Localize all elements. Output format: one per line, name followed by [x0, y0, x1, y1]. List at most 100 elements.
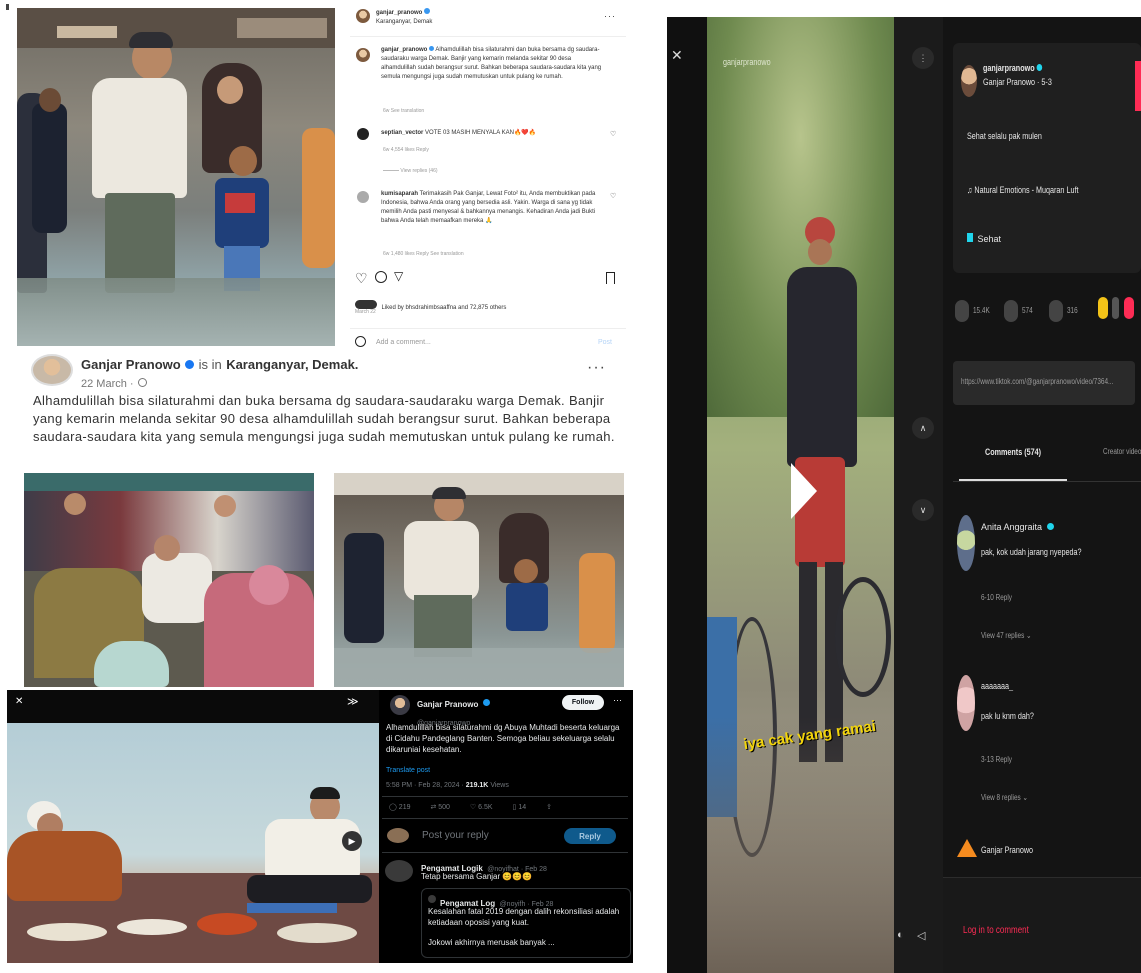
commenter-avatar[interactable] — [957, 839, 977, 857]
next-video-icon[interactable]: ∨ — [912, 499, 934, 521]
author-card: ganjarpranowo Ganjar Pranowo · 5-3 Sehat… — [953, 43, 1141, 273]
follow-button[interactable]: Follow — [562, 695, 604, 710]
post-comment-button[interactable]: Post — [598, 339, 612, 346]
reply-button[interactable]: Reply — [564, 828, 616, 844]
bookmark-icon[interactable]: ▯ — [513, 804, 517, 811]
reply-icon[interactable]: ◯ — [389, 804, 397, 811]
facebook-photo-gathering[interactable] — [24, 473, 314, 687]
tab-comments[interactable]: Comments (574) — [985, 447, 1041, 457]
verified-badge-icon — [1046, 523, 1054, 530]
comment-icon[interactable] — [1003, 299, 1018, 322]
share-icon[interactable]: ⇪ — [546, 804, 552, 811]
comment-username[interactable]: Ganjar Pranowo — [981, 845, 1033, 855]
close-icon[interactable]: ✕ — [671, 47, 683, 64]
comment-username[interactable]: aaaaaaa_ — [981, 681, 1013, 691]
commenter-avatar[interactable] — [957, 515, 975, 571]
more-options-icon[interactable]: ··· — [604, 11, 616, 21]
caption-meta[interactable]: 6w See translation — [383, 108, 424, 114]
follow-button-edge[interactable] — [1135, 61, 1141, 111]
facebook-post-date[interactable]: 22 March · — [81, 378, 134, 390]
emoji-icon[interactable] — [355, 336, 366, 347]
add-comment-input[interactable]: Add a comment... — [376, 339, 431, 346]
comment-meta[interactable]: 6w 4,554 likes Reply — [383, 147, 429, 153]
view-replies-link[interactable]: View replies (46) — [400, 168, 437, 174]
reply-avatar[interactable] — [385, 860, 413, 882]
facebook-post-text: Alhamdulillah bisa silaturahmi dan buka … — [33, 393, 615, 444]
like-icon[interactable]: ♡ — [470, 804, 476, 811]
music-link[interactable]: ♫ Natural Emotions - Muqaran Luft — [967, 185, 1078, 195]
comment-meta[interactable]: 3-13 Reply — [981, 755, 1012, 764]
quoted-reply-card[interactable]: Pengamat Log @noyifh · Feb 28 Kesalahan … — [421, 888, 631, 958]
facebook-avatar[interactable] — [31, 354, 73, 386]
repost-icon[interactable]: ⇄ — [430, 804, 436, 811]
bookmark-icon[interactable] — [1048, 299, 1063, 322]
comment-username[interactable]: septian_vector — [381, 130, 423, 136]
instagram-avatar[interactable] — [356, 9, 370, 23]
commenter-avatar[interactable] — [957, 675, 975, 731]
volume-icon[interactable]: ◁ — [917, 929, 925, 942]
repost-count: 500 — [438, 804, 450, 811]
next-icon[interactable]: ≫ — [347, 695, 359, 708]
play-icon[interactable] — [791, 463, 817, 519]
more-options-icon[interactable]: ··· — [587, 359, 606, 377]
video-play-icon[interactable]: ▶ — [342, 831, 362, 851]
commenter-avatar[interactable] — [357, 191, 369, 203]
more-options-icon[interactable]: ··· — [613, 695, 622, 705]
login-to-comment-link[interactable]: Log in to comment — [963, 925, 1029, 936]
commenter-avatar[interactable] — [357, 128, 369, 140]
like-icon[interactable] — [955, 299, 969, 322]
author-display-name[interactable]: Ganjar Pranowo · 5-3 — [983, 77, 1052, 87]
comment-meta[interactable]: 6w 1,480 likes Reply See translation — [383, 251, 464, 257]
twitter-media-viewer[interactable]: ✕ ≫ ▶ — [7, 690, 379, 963]
instagram-location[interactable]: Karanganyar, Demak — [376, 19, 432, 25]
copy-link-field[interactable]: https://www.tiktok.com/@ganjarpranowo/vi… — [953, 361, 1135, 405]
quoted-text: Kesalahan fatal 2019 dengan dalih rekons… — [428, 907, 620, 927]
page-mark — [6, 4, 9, 10]
facebook-author-name[interactable]: Ganjar Pranowo — [81, 357, 181, 372]
twitter-avatar[interactable] — [390, 695, 410, 715]
close-icon[interactable]: ✕ — [15, 696, 23, 707]
comment-icon[interactable] — [375, 271, 387, 283]
share-icon[interactable]: ▽ — [394, 269, 403, 283]
translate-post-link[interactable]: Translate post — [386, 767, 430, 774]
view-replies-link[interactable]: View 47 replies ⌄ — [981, 631, 1031, 640]
video-link[interactable]: https://www.tiktok.com/@ganjarpranowo/vi… — [961, 377, 1113, 386]
share-icons[interactable] — [1097, 297, 1134, 324]
author-username[interactable]: ganjarpranowo — [983, 63, 1035, 73]
mute-icon[interactable]: ◐ — [897, 929, 904, 941]
facebook-post: Ganjar Pranowo is in Karanganyar, Demak.… — [17, 347, 633, 687]
tiktok-video-player[interactable]: ganjarpranowo iya cak yang ramai — [707, 17, 894, 973]
tweet-timestamp[interactable]: 5:58 PM · Feb 28, 2024 · — [386, 782, 464, 789]
more-options-icon[interactable]: ⋮ — [912, 47, 934, 69]
facebook-photo-flood[interactable] — [334, 473, 624, 687]
comment-username[interactable]: kumisaparah — [381, 191, 418, 197]
previous-video-icon[interactable]: ∧ — [912, 417, 934, 439]
view-replies-link[interactable]: View 8 replies ⌄ — [981, 793, 1028, 802]
save-icon[interactable] — [606, 272, 615, 284]
reply-input[interactable]: Post your reply — [422, 830, 489, 841]
reply-text: Tetap bersama Ganjar 😊😊😊 — [421, 872, 533, 881]
caption-username[interactable]: ganjar_pranowo — [381, 47, 427, 53]
tab-creator-videos[interactable]: Creator videos — [1103, 447, 1141, 456]
like-icon[interactable]: ♡ — [355, 270, 368, 287]
comment-meta[interactable]: 6-10 Reply — [981, 593, 1012, 602]
likes-count[interactable]: Liked by bhsdrahimbsaaffna and 72,875 ot… — [381, 305, 506, 311]
facebook-location[interactable]: Karanganyar, Demak. — [226, 357, 358, 372]
divider — [350, 328, 626, 329]
comment-text: pak, kok udah jarang nyepeda? — [981, 547, 1082, 557]
twitter-photo[interactable]: ▶ — [7, 723, 379, 963]
author-avatar[interactable] — [961, 65, 977, 97]
bookmark-count: 316 — [1067, 306, 1078, 315]
heart-icon[interactable]: ♡ — [610, 192, 616, 200]
instagram-post-photo[interactable] — [17, 8, 335, 346]
tweet-views: 219.1K — [465, 782, 489, 789]
tag-label[interactable]: Sehat — [977, 234, 1001, 244]
instagram-username[interactable]: ganjar_pranowo — [376, 10, 422, 16]
comment-username[interactable]: Anita Anggraita — [981, 522, 1042, 532]
quoted-more-text: Jokowi akhirnya merusak banyak ... — [428, 938, 555, 947]
current-user-avatar — [387, 828, 409, 843]
divider — [382, 796, 628, 797]
twitter-author-name[interactable]: Ganjar Pranowo — [417, 700, 478, 709]
heart-icon[interactable]: ♡ — [610, 130, 616, 138]
divider — [382, 818, 628, 819]
